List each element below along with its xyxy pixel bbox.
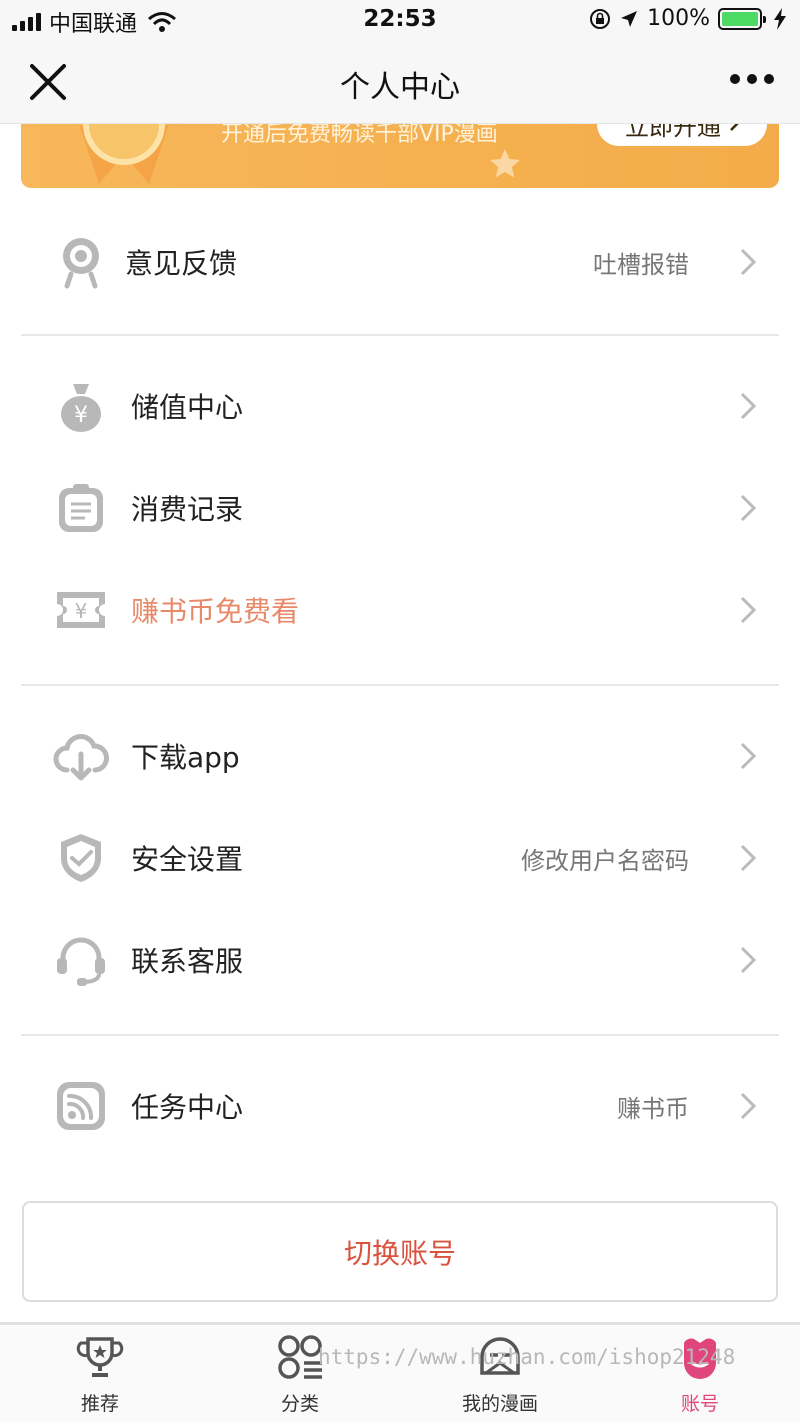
menu-item-earn-coins[interactable]: ¥ 赚书币免费看 — [21, 560, 779, 660]
cloud-download-icon — [53, 734, 109, 781]
chevron-right-icon — [740, 844, 757, 872]
charging-icon — [774, 7, 786, 30]
rotation-lock-icon — [590, 8, 611, 29]
chevron-right-icon — [740, 392, 757, 420]
tab-label: 账号 — [680, 1393, 719, 1415]
divider — [21, 1034, 779, 1036]
switch-account-button[interactable]: 切换账号 — [22, 1201, 778, 1302]
menu-item-customer-service[interactable]: 联系客服 — [21, 910, 779, 1010]
svg-text:¥: ¥ — [74, 403, 88, 428]
tab-recommend[interactable]: 推荐 — [20, 1333, 180, 1422]
menu-item-label: 消费记录 — [131, 493, 244, 526]
vip-medal-icon — [79, 124, 169, 184]
tab-label: 分类 — [280, 1393, 319, 1415]
chevron-right-icon — [740, 494, 757, 522]
tasks-group: 任务中心 赚书币 — [21, 1056, 779, 1156]
menu-item-recharge[interactable]: ¥ 储值中心 — [21, 356, 779, 456]
menu-item-security[interactable]: 安全设置 修改用户名密码 — [21, 808, 779, 908]
vip-banner[interactable]: 开通后免费畅读千部VIP漫画 立即开通 — [21, 124, 779, 188]
feedback-icon — [63, 238, 99, 289]
category-icon — [278, 1335, 322, 1379]
tab-label: 推荐 — [80, 1393, 119, 1415]
menu-item-label: 意见反馈 — [125, 247, 238, 280]
status-right: 100% — [589, 6, 786, 31]
chevron-right-icon — [740, 596, 757, 624]
open-vip-button-label: 立即开通 — [625, 124, 721, 141]
menu-item-sub: 修改用户名密码 — [521, 846, 689, 875]
money-bag-icon: ¥ — [61, 384, 101, 432]
menu-item-tasks[interactable]: 任务中心 赚书币 — [21, 1056, 779, 1156]
menu-item-feedback[interactable]: 意见反馈 吐槽报错 — [21, 212, 779, 312]
rss-icon — [57, 1082, 105, 1130]
menu-item-label: 储值中心 — [131, 391, 244, 424]
star-icon — [490, 149, 520, 178]
divider — [21, 684, 779, 686]
battery-icon — [718, 7, 766, 30]
menu-item-sub: 吐槽报错 — [593, 250, 689, 279]
tab-bar: 推荐 分类 我的漫画 账号 — [0, 1322, 800, 1422]
chevron-right-icon — [740, 946, 757, 974]
wallet-group: ¥ 储值中心 消费记录 ¥ 赚书币免费看 — [21, 356, 779, 666]
chevron-right-icon — [730, 124, 739, 131]
clipboard-icon — [59, 484, 103, 532]
tab-label: 我的漫画 — [461, 1393, 538, 1415]
menu-item-label: 联系客服 — [131, 945, 244, 978]
menu-item-label: 安全设置 — [131, 843, 244, 876]
chevron-right-icon — [740, 248, 757, 276]
chevron-right-icon — [740, 1092, 757, 1120]
menu-item-label: 下载app — [131, 741, 240, 774]
watermark: https://www.huzhan.com/ishop21248 — [318, 1345, 736, 1369]
navigation-bar: 个人中心 — [0, 40, 800, 124]
ticket-icon: ¥ — [57, 592, 105, 628]
trophy-icon — [76, 1337, 124, 1377]
settings-group: 下载app 安全设置 修改用户名密码 联系客服 — [21, 706, 779, 1016]
divider — [21, 334, 779, 336]
more-icon[interactable] — [730, 74, 774, 84]
shield-icon — [61, 834, 101, 882]
page-title: 个人中心 — [340, 70, 460, 105]
vip-banner-text: 开通后免费畅读千部VIP漫画 — [221, 124, 498, 147]
battery-percent: 100% — [647, 6, 710, 31]
menu-item-label: 任务中心 — [131, 1091, 244, 1124]
location-icon — [621, 10, 638, 27]
feedback-group: 意见反馈 吐槽报错 — [21, 212, 779, 312]
menu-item-sub: 赚书币 — [617, 1094, 689, 1123]
menu-item-label: 赚书币免费看 — [131, 595, 300, 628]
menu-item-records[interactable]: 消费记录 — [21, 458, 779, 558]
chevron-right-icon — [740, 742, 757, 770]
open-vip-button[interactable]: 立即开通 — [597, 124, 767, 146]
menu-item-download[interactable]: 下载app — [21, 706, 779, 806]
headset-icon — [57, 937, 105, 986]
svg-text:¥: ¥ — [75, 599, 88, 623]
status-bar: 中国联通 22:53 100% — [0, 0, 800, 40]
